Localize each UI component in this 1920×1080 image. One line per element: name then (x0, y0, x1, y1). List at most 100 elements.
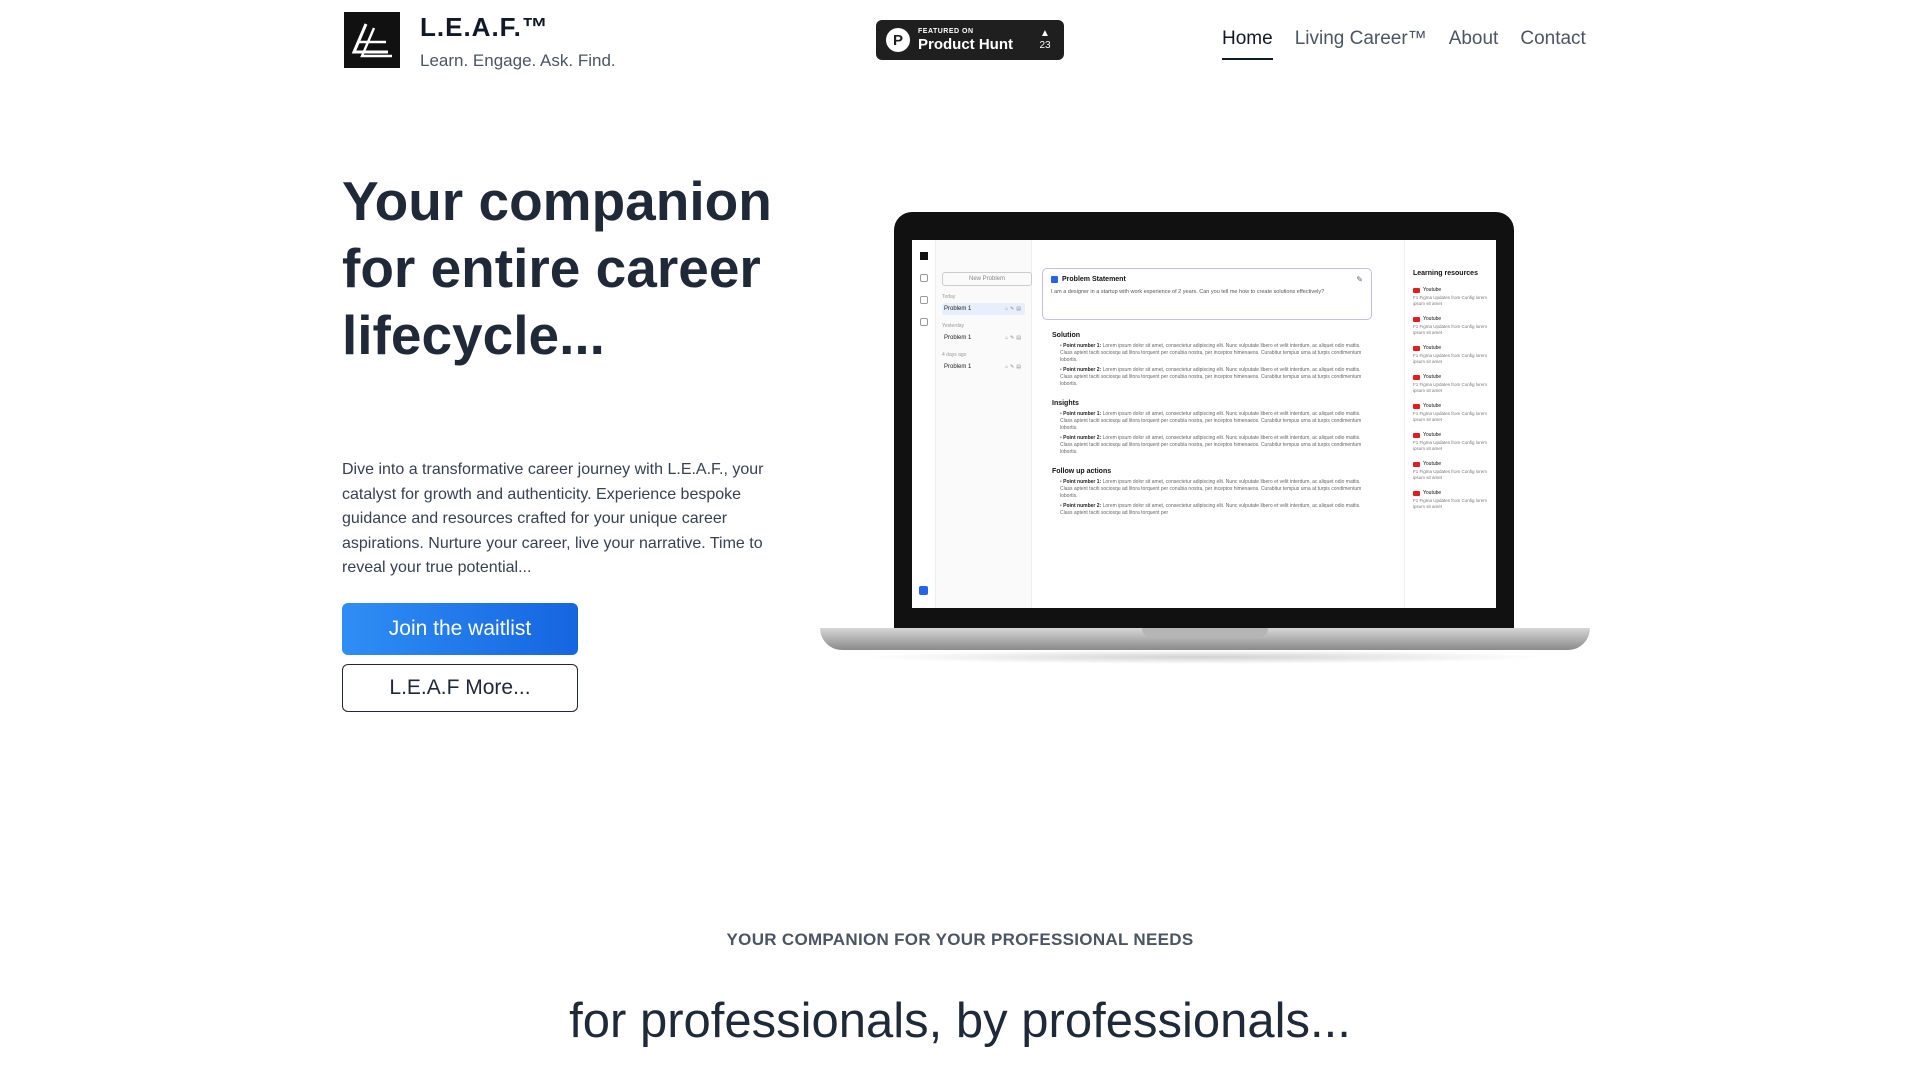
mock-point-label: Point number 2: (1063, 435, 1102, 441)
mock-point: • Point number 2: Lorem ipsum dolor sit … (1060, 435, 1362, 455)
mock-resource-desc: F1 Figma Updates from Config lorem ipsum… (1413, 498, 1488, 509)
mock-ps-icon (1051, 276, 1058, 283)
mock-problem-item: Problem 1 ⌂✎▤ (942, 332, 1025, 344)
mock-home-icon (919, 274, 928, 282)
product-hunt-icon: P (886, 28, 910, 52)
hero-description: Dive into a transformative career journe… (342, 461, 764, 576)
product-hunt-badge[interactable]: P FEATURED ON Product Hunt ▲ 23 (876, 20, 1064, 60)
mock-user-icon (919, 586, 928, 595)
mock-point: • Point number 2: Lorem ipsum dolor sit … (1060, 367, 1362, 387)
nav-home[interactable]: Home (1222, 28, 1273, 60)
mock-resource-item: Youtube F1 Figma Updates from Config lore… (1413, 374, 1490, 393)
mock-point-text: Lorem ipsum dolor sit amet, consectetur … (1060, 479, 1362, 499)
laptop-mockup: New Problem Today Problem 1 ⌂✎▤ Yesterday… (820, 210, 1590, 670)
join-waitlist-button[interactable]: Join the waitlist (342, 603, 578, 655)
mock-item-actions-icon: ⌂✎▤ (1005, 364, 1023, 370)
mock-item-actions-icon: ⌂✎▤ (1005, 306, 1023, 312)
youtube-icon (1413, 287, 1420, 293)
main-nav: Home Living Career™ About Contact (1222, 28, 1586, 60)
mock-logo-icon (919, 252, 928, 260)
mock-point-text: Lorem ipsum dolor sit amet, consectetur … (1060, 435, 1362, 455)
youtube-icon (1413, 490, 1420, 496)
mock-resource-item: Youtube F1 Figma Updates from Config lore… (1413, 461, 1490, 480)
mock-resource-item: Youtube F1 Figma Updates from Config lore… (1413, 432, 1490, 451)
mock-problem-item: Problem 1 ⌂✎▤ (942, 303, 1025, 315)
mock-resource-desc: F1 Figma Updates from Config lorem ipsum… (1413, 411, 1488, 422)
laptop-notch (1142, 628, 1268, 638)
mock-icon-rail (912, 240, 936, 608)
mock-section-title: Follow up actions (1052, 468, 1112, 475)
hero-title: Your companion for entire career lifecyc… (342, 170, 772, 366)
section-eyebrow: YOUR COMPANION FOR YOUR PROFESSIONAL NEE… (726, 930, 1194, 949)
app-screenshot: New Problem Today Problem 1 ⌂✎▤ Yesterday… (912, 240, 1496, 608)
mock-resource-desc: F1 Figma Updates from Config lorem ipsum… (1413, 324, 1488, 335)
mock-resource-item: Youtube F1 Figma Updates from Config lore… (1413, 490, 1490, 509)
product-hunt-featured-label: FEATURED ON (918, 28, 974, 35)
mock-pencil-icon: ✎ (1356, 275, 1363, 284)
mock-resource-source: Youtube (1423, 316, 1442, 322)
mock-resource-source: Youtube (1423, 432, 1442, 438)
brand[interactable]: L.E.A.F.™ Learn. Engage. Ask. Find. (344, 12, 616, 71)
mock-learning-resources: Learning resources Youtube F1 Figma Updat… (1404, 240, 1496, 608)
youtube-icon (1413, 316, 1420, 322)
youtube-icon (1413, 432, 1420, 438)
mock-point-text: Lorem ipsum dolor sit amet, consectetur … (1060, 503, 1361, 516)
youtube-icon (1413, 403, 1420, 409)
mock-item-actions-icon: ⌂✎▤ (1005, 335, 1023, 341)
mock-new-problem-button: New Problem (942, 272, 1032, 286)
vote-count: 23 (1039, 40, 1051, 51)
mock-resource-desc: F1 Figma Updates from Config lorem ipsum… (1413, 295, 1488, 306)
mock-problem-list: New Problem Today Problem 1 ⌂✎▤ Yesterday… (936, 240, 1032, 608)
mock-point-text: Lorem ipsum dolor sit amet, consectetur … (1060, 343, 1362, 363)
section-tagline: for professionals, by professionals... (569, 994, 1351, 1048)
mock-content: Problem Statement ✎ I am a designer in a… (1042, 268, 1372, 608)
mock-tag-icon (919, 296, 928, 304)
mock-point-label: Point number 1: (1063, 343, 1102, 349)
mock-group-label: Yesterday (942, 323, 965, 329)
laptop-shadow (860, 650, 1550, 664)
mock-resource-source: Youtube (1423, 287, 1442, 293)
leaf-logo-icon[interactable] (344, 12, 400, 68)
nav-about[interactable]: About (1449, 28, 1499, 60)
mock-problem-item-label: Problem 1 (944, 364, 972, 370)
nav-contact[interactable]: Contact (1520, 28, 1585, 60)
mock-problem-item: Problem 1 ⌂✎▤ (942, 361, 1025, 373)
mock-point-label: Point number 1: (1063, 479, 1102, 485)
mock-group-label: Today (942, 294, 956, 300)
upvote-arrow-icon: ▲ (1040, 28, 1050, 39)
mock-section-title: Solution (1052, 332, 1080, 339)
mock-resource-desc: F1 Figma Updates from Config lorem ipsum… (1413, 382, 1488, 393)
mock-resource-item: Youtube F1 Figma Updates from Config lore… (1413, 403, 1490, 422)
mock-resource-item: Youtube F1 Figma Updates from Config lore… (1413, 287, 1490, 306)
mock-resource-desc: F1 Figma Updates from Config lorem ipsum… (1413, 440, 1488, 451)
mock-point: • Point number 1: Lorem ipsum dolor sit … (1060, 479, 1362, 499)
mock-resource-source: Youtube (1423, 490, 1442, 496)
mock-point-text: Lorem ipsum dolor sit amet, consectetur … (1060, 367, 1362, 387)
mock-resource-desc: F1 Figma Updates from Config lorem ipsum… (1413, 469, 1488, 480)
mock-problem-statement-card: Problem Statement ✎ I am a designer in a… (1042, 268, 1372, 320)
youtube-icon (1413, 374, 1420, 380)
youtube-icon (1413, 345, 1420, 351)
mock-problem-item-label: Problem 1 (944, 306, 972, 312)
mock-section-title: Insights (1052, 400, 1079, 407)
mock-point: • Point number 1: Lorem ipsum dolor sit … (1060, 411, 1362, 431)
mock-resource-item: Youtube F1 Figma Updates from Config lore… (1413, 316, 1490, 335)
leaf-more-button[interactable]: L.E.A.F More... (342, 664, 578, 712)
mock-point-label: Point number 2: (1063, 503, 1102, 509)
mock-resource-item: Youtube F1 Figma Updates from Config lore… (1413, 345, 1490, 364)
laptop-lid: New Problem Today Problem 1 ⌂✎▤ Yesterday… (894, 212, 1514, 630)
mock-resource-source: Youtube (1423, 345, 1442, 351)
mock-point-text: Lorem ipsum dolor sit amet, consectetur … (1060, 411, 1362, 431)
youtube-icon (1413, 461, 1420, 467)
mock-point-label: Point number 1: (1063, 411, 1102, 417)
mock-point-label: Point number 2: (1063, 367, 1102, 373)
mock-learning-title: Learning resources (1413, 270, 1478, 277)
mock-group-label: 4 days ago (942, 352, 967, 358)
mock-resource-source: Youtube (1423, 374, 1442, 380)
mock-resource-source: Youtube (1423, 461, 1442, 467)
mock-edit-icon (919, 318, 928, 326)
mock-resource-source: Youtube (1423, 403, 1442, 409)
mock-ps-title: Problem Statement (1062, 276, 1126, 283)
nav-living-career[interactable]: Living Career™ (1295, 28, 1427, 60)
mock-ps-text: I am a designer in a startup with work e… (1051, 289, 1325, 295)
